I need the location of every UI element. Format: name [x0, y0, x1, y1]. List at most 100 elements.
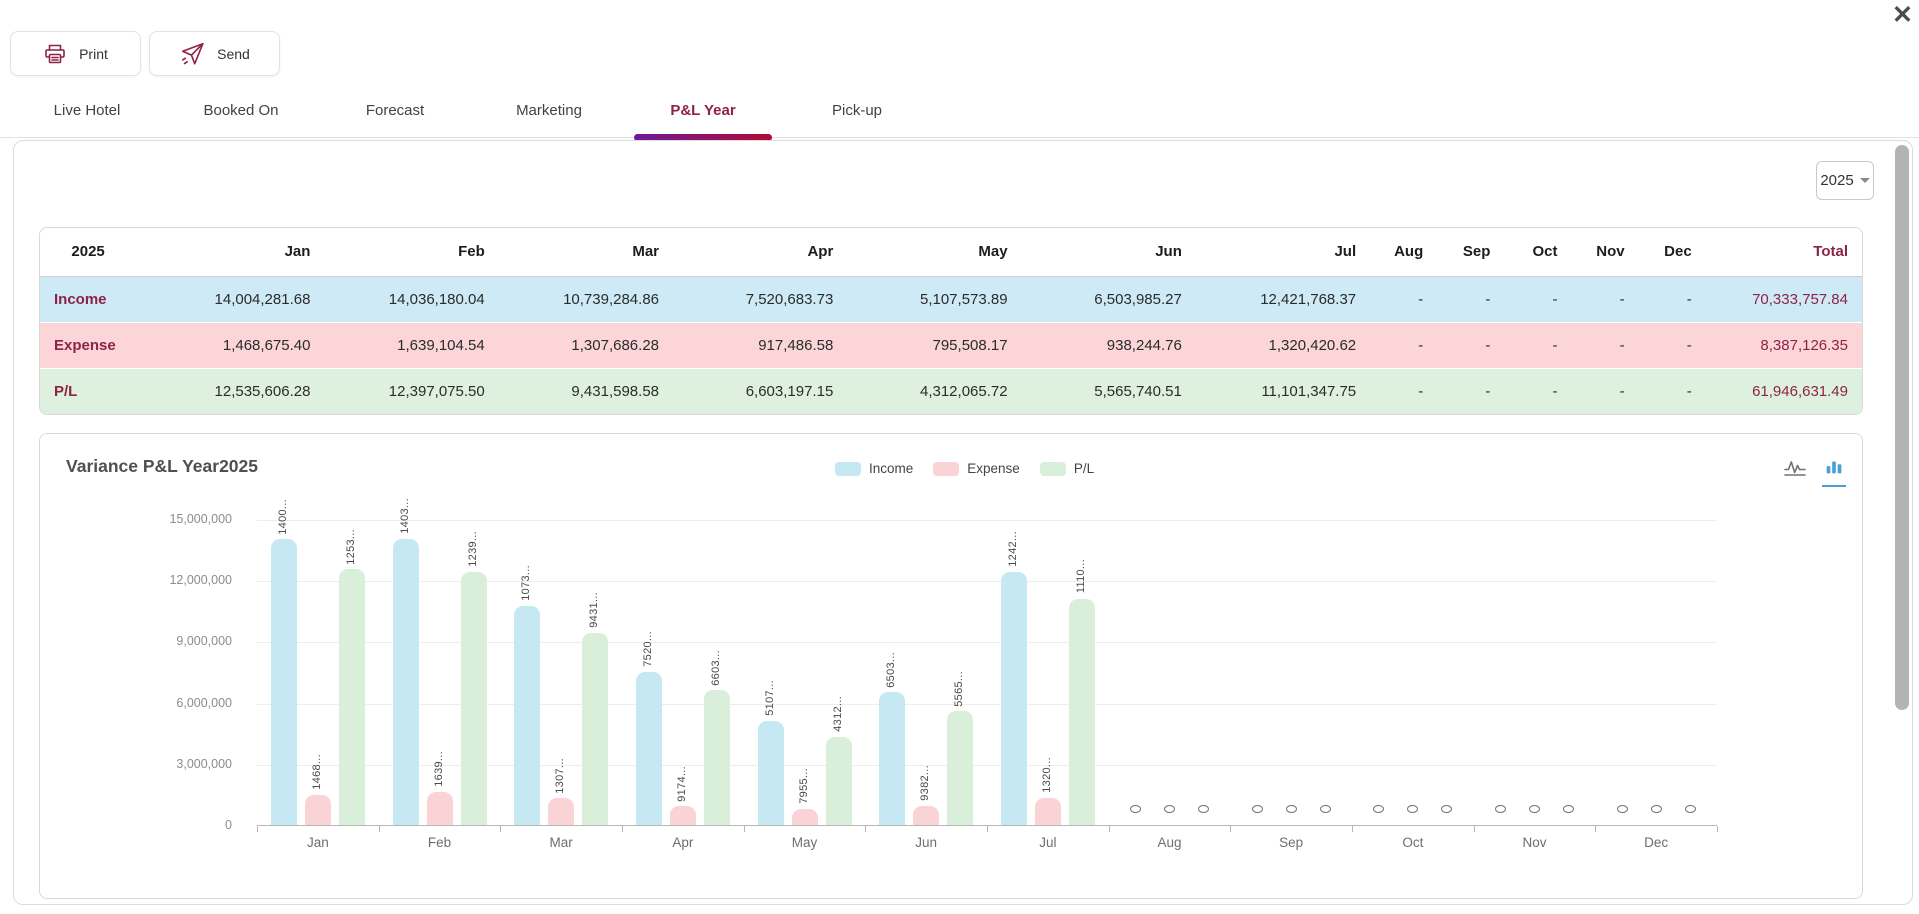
cell-value: 6,503,985.27	[1022, 276, 1196, 322]
cell-value: 795,508.17	[847, 322, 1021, 368]
year-select[interactable]: 2025	[1816, 161, 1874, 200]
column-header-mar: Mar	[499, 228, 673, 276]
cell-value: -	[1639, 368, 1706, 414]
bar-value-label: 1110...	[1075, 559, 1087, 593]
legend-swatch	[835, 462, 861, 476]
cell-total-pl: 61,946,631.49	[1706, 368, 1862, 414]
column-header-aug: Aug	[1370, 228, 1437, 276]
x-axis-tick	[987, 826, 988, 832]
chart-legend: IncomeExpenseP/L	[835, 461, 1094, 476]
row-label-pl: P/L	[40, 368, 150, 414]
column-header-jun: Jun	[1022, 228, 1196, 276]
x-axis-tick	[1230, 826, 1231, 832]
y-axis-label: 0	[122, 818, 232, 832]
tab-live-hotel[interactable]: Live Hotel	[10, 94, 164, 137]
x-axis-label-jan: Jan	[257, 835, 379, 850]
bar-expense-mar	[548, 798, 574, 825]
zero-value-marker	[1164, 805, 1175, 813]
bar-value-label: 7520...	[642, 631, 654, 667]
legend-label: Expense	[967, 461, 1020, 476]
chevron-down-icon	[1860, 178, 1870, 183]
close-icon: ✕	[1892, 1, 1913, 29]
cell-value: 5,565,740.51	[1022, 368, 1196, 414]
tab-forecast[interactable]: Forecast	[318, 94, 472, 137]
scrollbar-thumb[interactable]	[1895, 145, 1909, 710]
bar-value-label: 1400...	[277, 499, 289, 535]
cell-value: -	[1504, 322, 1571, 368]
x-axis-label-jul: Jul	[987, 835, 1109, 850]
chart-type-toggles	[1782, 456, 1846, 487]
cell-value: 1,320,420.62	[1196, 322, 1370, 368]
cell-value: -	[1571, 368, 1638, 414]
zero-value-marker	[1685, 805, 1696, 813]
row-label-expense: Expense	[40, 322, 150, 368]
pl-table-grid: 2025JanFebMarAprMayJunJulAugSepOctNovDec…	[40, 228, 1862, 414]
print-button[interactable]: Print	[10, 31, 141, 76]
bar-expense-jun	[913, 806, 939, 825]
legend-item-pl: P/L	[1040, 461, 1094, 476]
tab-marketing[interactable]: Marketing	[472, 94, 626, 137]
cell-value: 11,101,347.75	[1196, 368, 1370, 414]
x-axis-label-feb: Feb	[379, 835, 501, 850]
y-axis-label: 15,000,000	[122, 512, 232, 526]
table-row-expense: Expense1,468,675.401,639,104.541,307,686…	[40, 322, 1862, 368]
zero-value-marker	[1529, 805, 1540, 813]
y-axis-label: 6,000,000	[122, 696, 232, 710]
bar-pl-jun	[947, 711, 973, 825]
zero-value-marker	[1286, 805, 1297, 813]
column-header-jan: Jan	[150, 228, 324, 276]
report-panel: 2025 2025JanFebMarAprMayJunJulAugSepOctN…	[13, 140, 1913, 905]
bar-expense-feb	[427, 792, 453, 825]
cell-value: 938,244.76	[1022, 322, 1196, 368]
bar-value-label: 9431...	[588, 592, 600, 628]
line-chart-icon[interactable]	[1782, 456, 1808, 487]
x-axis-tick	[379, 826, 380, 832]
zero-value-marker	[1563, 805, 1574, 813]
bar-value-label: 5565...	[953, 671, 965, 707]
bar-pl-jul	[1069, 599, 1095, 825]
bar-value-label: 1253...	[345, 529, 357, 565]
bar-value-label: 6603...	[710, 650, 722, 686]
cell-value: -	[1639, 322, 1706, 368]
bar-income-jun	[879, 692, 905, 825]
close-button[interactable]: ✕	[1892, 0, 1913, 30]
x-axis-tick	[500, 826, 501, 832]
x-axis-tick	[1352, 826, 1353, 832]
x-axis-tick	[865, 826, 866, 832]
bar-chart-icon[interactable]	[1822, 456, 1846, 487]
column-header-sep: Sep	[1437, 228, 1504, 276]
column-header-apr: Apr	[673, 228, 847, 276]
bar-value-label: 4312...	[832, 696, 844, 732]
tab-booked-on[interactable]: Booked On	[164, 94, 318, 137]
tab-bar: Live HotelBooked OnForecastMarketingP&L …	[0, 94, 1919, 138]
variance-chart-panel: Variance P&L Year2025 IncomeExpenseP/L	[39, 433, 1863, 899]
send-button[interactable]: Send	[149, 31, 280, 76]
cell-value: -	[1504, 368, 1571, 414]
cell-value: 7,520,683.73	[673, 276, 847, 322]
tab-pick-up[interactable]: Pick-up	[780, 94, 934, 137]
table-header-row: 2025JanFebMarAprMayJunJulAugSepOctNovDec…	[40, 228, 1862, 276]
chart-title: Variance P&L Year2025	[66, 456, 258, 477]
bar-value-label: 1403...	[399, 498, 411, 534]
cell-total-expense: 8,387,126.35	[1706, 322, 1862, 368]
bar-pl-mar	[582, 633, 608, 825]
print-button-label: Print	[79, 46, 108, 62]
zero-value-marker	[1407, 805, 1418, 813]
row-label-income: Income	[40, 276, 150, 322]
cell-value: 12,397,075.50	[324, 368, 498, 414]
legend-item-expense: Expense	[933, 461, 1020, 476]
cell-value: 14,036,180.04	[324, 276, 498, 322]
toolbar: Print Send	[10, 31, 280, 76]
zero-value-marker	[1320, 805, 1331, 813]
legend-label: P/L	[1074, 461, 1094, 476]
bar-value-label: 1639...	[433, 751, 445, 787]
cell-total-income: 70,333,757.84	[1706, 276, 1862, 322]
tab-p-l-year[interactable]: P&L Year	[626, 94, 780, 137]
x-axis-label-jun: Jun	[865, 835, 987, 850]
table-row-income: Income14,004,281.6814,036,180.0410,739,2…	[40, 276, 1862, 322]
cell-value: -	[1370, 368, 1437, 414]
zero-value-marker	[1252, 805, 1263, 813]
cell-value: -	[1571, 322, 1638, 368]
bar-value-label: 6503...	[885, 652, 897, 688]
printer-icon	[43, 42, 67, 66]
